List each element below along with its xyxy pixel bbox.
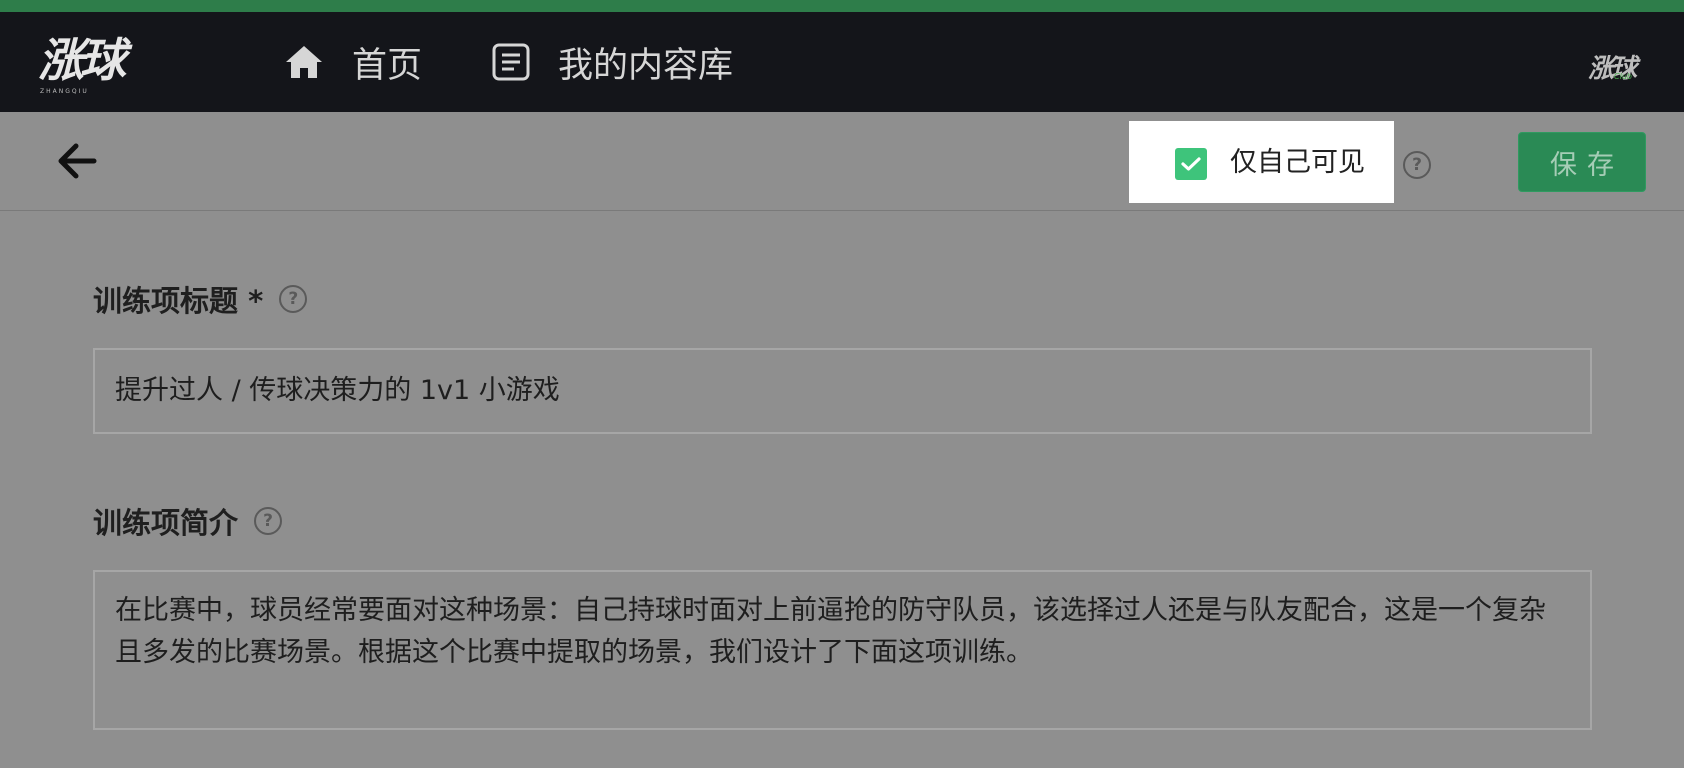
nav-home-label: 首页 — [352, 45, 423, 86]
nav-my-library-label: 我的内容库 — [558, 45, 734, 86]
club-logo-sub: Club — [1614, 72, 1632, 81]
brand-logo-text: 涨球 — [38, 33, 126, 87]
nav-home[interactable]: 首页 — [284, 12, 422, 112]
visibility-label: 仅自己可见 — [1230, 147, 1365, 178]
intro-textarea[interactable]: 在比赛中，球员经常要面对这种场景：自己持球时面对上前逼抢的防守队员，该选择过人还… — [93, 570, 1592, 730]
checkmark-icon — [1181, 157, 1201, 171]
title-input[interactable]: 提升过人 / 传球决策力的 1v1 小游戏 — [93, 348, 1592, 434]
document-icon — [492, 43, 530, 81]
intro-help-icon[interactable]: ? — [254, 507, 283, 535]
brand-logo[interactable]: 涨球 ZHANGQIU — [38, 34, 168, 100]
visibility-help-icon[interactable]: ? — [1403, 151, 1431, 179]
back-button[interactable] — [54, 138, 100, 184]
brand-logo-sub: ZHANGQIU — [40, 88, 89, 95]
intro-field-label-text: 训练项简介 — [93, 506, 239, 540]
top-accent-strip — [0, 0, 1684, 12]
visibility-checkbox[interactable] — [1175, 148, 1207, 180]
nav-my-library[interactable]: 我的内容库 — [492, 12, 733, 112]
save-button[interactable]: 保存 — [1518, 132, 1646, 192]
home-icon — [286, 46, 322, 78]
editor-toolbar: 仅自己可见 保存 — [0, 112, 1684, 211]
top-navbar: 涨球 ZHANGQIU 首页 我的内容库 涨球 Club — [0, 12, 1684, 112]
intro-field-label: 训练项简介 ? — [93, 500, 283, 542]
club-logo: 涨球 Club — [1588, 48, 1637, 85]
title-field-label: 训练项标题 * ? — [93, 278, 308, 320]
arrow-left-icon — [58, 143, 97, 179]
title-field-label-text: 训练项标题 * — [93, 284, 264, 318]
visibility-toggle[interactable]: 仅自己可见 — [1129, 121, 1394, 203]
title-help-icon[interactable]: ? — [279, 285, 308, 313]
